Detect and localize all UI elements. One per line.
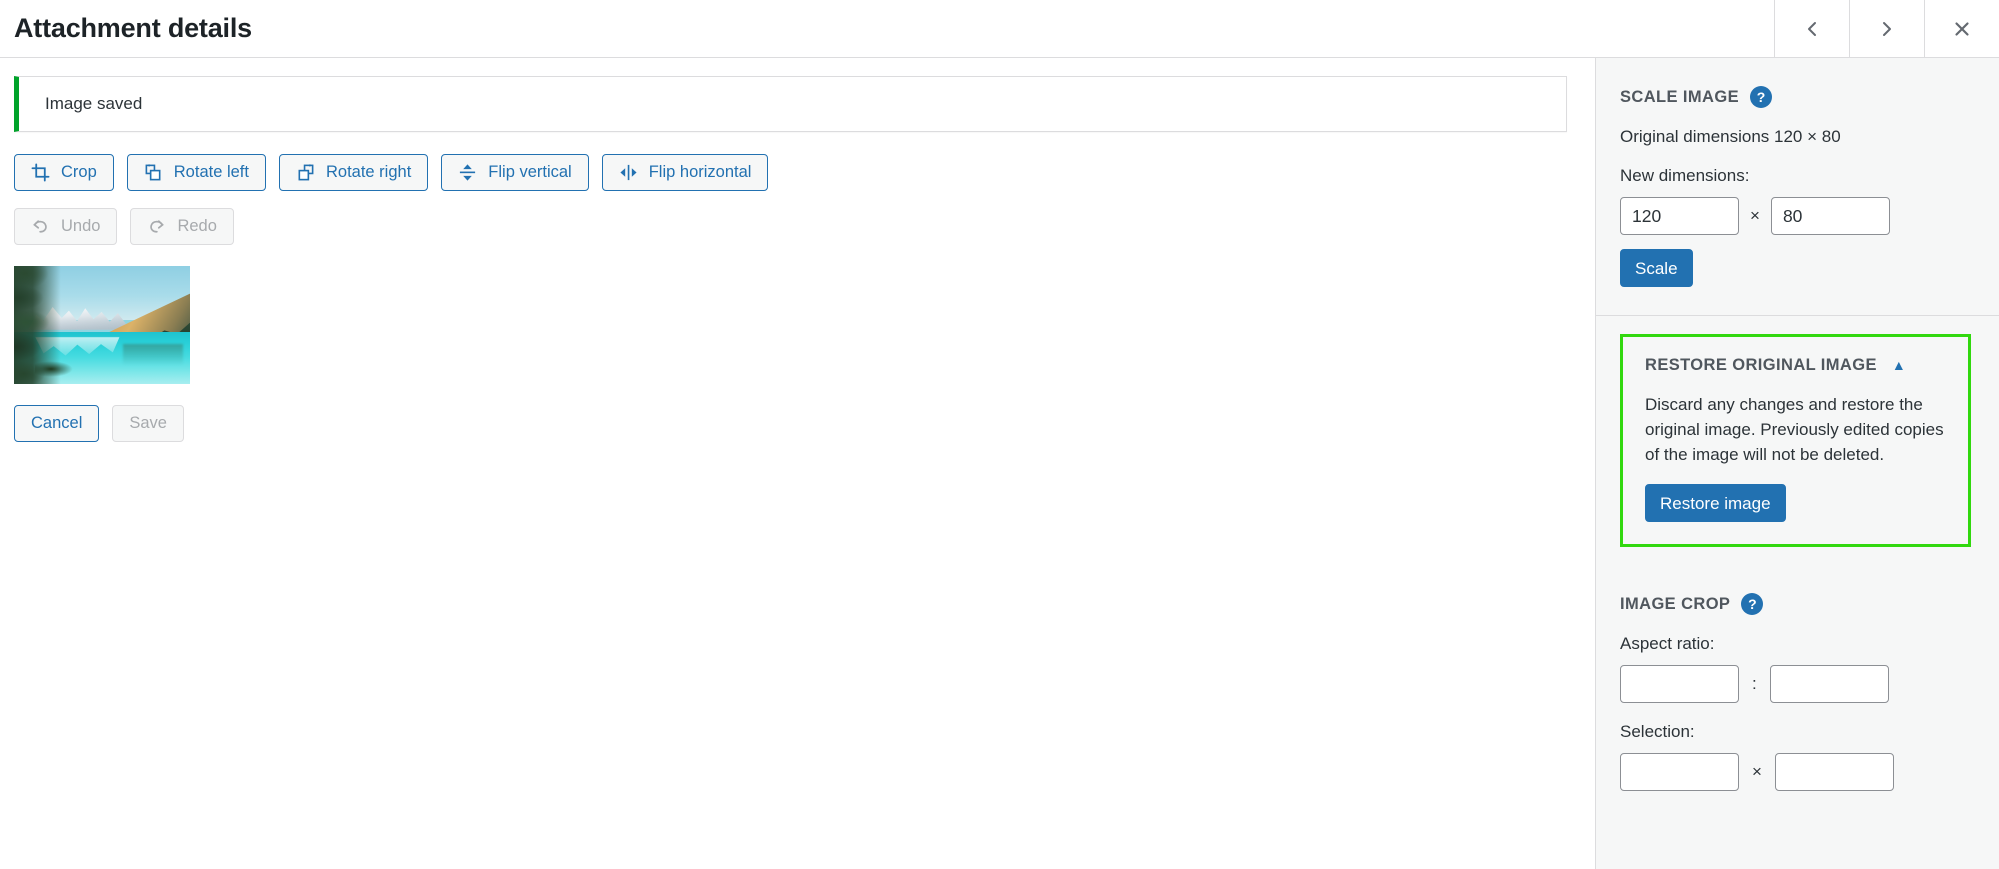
rotate-left-icon (144, 163, 163, 182)
restore-image-button-label: Restore image (1660, 493, 1771, 513)
status-notice: Image saved (14, 76, 1567, 132)
selection-height-input[interactable] (1774, 753, 1894, 792)
modal-body: Image saved Crop Rotate left Rotate righ… (0, 58, 1999, 869)
cancel-button-label: Cancel (31, 414, 83, 433)
rotate-right-button[interactable]: Rotate right (278, 154, 429, 191)
history-toolbar: Undo Redo (14, 208, 1581, 245)
undo-icon (31, 217, 50, 236)
aspect-ratio-width-input[interactable] (1620, 665, 1739, 704)
flip-vertical-button-label: Flip vertical (488, 163, 572, 182)
selection-separator: × (1752, 762, 1762, 782)
redo-button-label: Redo (177, 217, 217, 236)
header-controls (1774, 0, 1999, 58)
rotate-left-button-label: Rotate left (173, 163, 249, 182)
undo-button-label: Undo (61, 217, 101, 236)
restore-title: Restore original image (1645, 356, 1877, 375)
new-dimensions-row: × (1620, 197, 1971, 236)
restore-header[interactable]: Restore original image ▲ (1645, 357, 1946, 374)
restore-panel-wrapper: Restore original image ▲ Discard any cha… (1596, 316, 1999, 565)
restore-image-button[interactable]: Restore image (1645, 484, 1786, 522)
modal-header: Attachment details (0, 0, 1999, 58)
undo-button[interactable]: Undo (14, 208, 118, 245)
new-dimensions-label: New dimensions: (1620, 165, 1750, 185)
redo-button[interactable]: Redo (130, 208, 234, 245)
redo-icon (147, 217, 166, 236)
chevron-left-icon (1802, 19, 1822, 39)
aspect-ratio-label: Aspect ratio: (1620, 634, 1715, 653)
image-crop-panel: Image Crop ? Aspect ratio: : Selection: … (1596, 565, 1999, 837)
image-crop-help-icon[interactable]: ? (1741, 593, 1764, 615)
close-icon (1952, 19, 1972, 39)
save-button[interactable]: Save (112, 405, 184, 442)
dimensions-separator: × (1750, 206, 1760, 226)
flip-vertical-icon (458, 163, 477, 182)
image-preview-wrapper (14, 266, 190, 384)
image-settings-sidebar: Scale Image ? Original dimensions 120 × … (1595, 58, 1999, 869)
save-button-label: Save (129, 414, 167, 433)
scale-image-header: Scale Image ? (1620, 86, 1971, 108)
scale-button-label: Scale (1635, 258, 1678, 278)
image-edit-toolbar: Crop Rotate left Rotate right Flip verti… (14, 154, 1581, 191)
aspect-ratio-row: : (1620, 665, 1971, 704)
crop-button-label: Crop (61, 163, 97, 182)
scale-image-panel: Scale Image ? Original dimensions 120 × … (1596, 58, 1999, 317)
aspect-ratio-height-input[interactable] (1769, 665, 1889, 704)
preview-foreground-pine-lower-layer (35, 348, 88, 384)
cancel-button[interactable]: Cancel (14, 405, 100, 442)
restore-description: Discard any changes and restore the orig… (1645, 394, 1944, 464)
selection-row: × (1620, 753, 1971, 792)
scale-image-title: Scale Image (1620, 87, 1739, 106)
scale-width-input[interactable] (1620, 197, 1739, 236)
flip-horizontal-button-label: Flip horizontal (648, 163, 752, 182)
scale-image-help-icon[interactable]: ? (1750, 86, 1772, 108)
selection-width-input[interactable] (1620, 753, 1739, 792)
selection-label: Selection: (1620, 722, 1695, 742)
flip-vertical-button[interactable]: Flip vertical (441, 154, 589, 191)
page-title: Attachment details (14, 13, 252, 43)
preview-lake-reflection-trees-layer (123, 343, 183, 366)
scale-button[interactable]: Scale (1620, 249, 1693, 288)
notice-message: Image saved (45, 94, 143, 113)
rotate-right-button-label: Rotate right (325, 163, 412, 182)
rotate-left-button[interactable]: Rotate left (126, 154, 266, 191)
flip-horizontal-button[interactable]: Flip horizontal (601, 154, 769, 191)
image-crop-title: Image Crop (1620, 594, 1731, 613)
scale-height-input[interactable] (1770, 197, 1890, 236)
image-editor-pane: Image saved Crop Rotate left Rotate righ… (0, 58, 1595, 869)
crop-icon (31, 163, 50, 182)
image-crop-header: Image Crop ? (1620, 593, 1971, 615)
aspect-ratio-separator: : (1752, 674, 1757, 694)
rotate-right-icon (296, 163, 315, 182)
editor-actions: Cancel Save (14, 405, 1581, 442)
chevron-up-icon[interactable]: ▲ (1892, 358, 1906, 372)
previous-attachment-button[interactable] (1774, 0, 1849, 58)
next-attachment-button[interactable] (1849, 0, 1924, 58)
flip-horizontal-icon (619, 163, 638, 182)
close-modal-button[interactable] (1924, 0, 1999, 58)
restore-original-image-panel: Restore original image ▲ Discard any cha… (1620, 334, 1971, 547)
chevron-right-icon (1877, 19, 1897, 39)
crop-button[interactable]: Crop (14, 154, 114, 191)
attachment-details-modal: Attachment details Image saved Crop Rota… (0, 0, 1999, 869)
image-preview[interactable] (14, 266, 190, 384)
original-dimensions-text: Original dimensions 120 × 80 (1620, 127, 1841, 146)
